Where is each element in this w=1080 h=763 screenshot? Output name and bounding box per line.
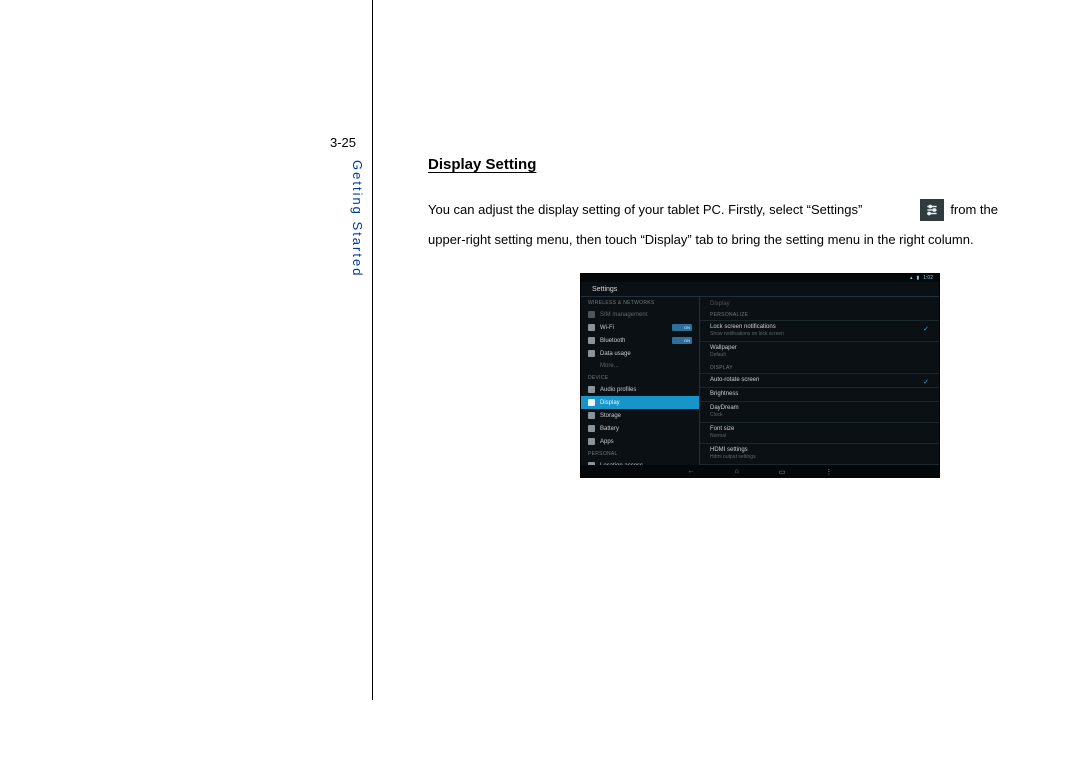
item-hdmi-settings[interactable]: HDMI settings Hdmi output settings: [700, 443, 939, 464]
sidebar-item-battery[interactable]: Battery: [581, 422, 699, 435]
check-icon: ✓: [923, 378, 929, 386]
recent-apps-icon[interactable]: ▭: [779, 468, 786, 476]
settings-detail-pane: Display PERSONALIZE Lock screen notifica…: [700, 297, 939, 465]
section-label-getting-started: Getting Started: [350, 160, 365, 277]
overflow-icon[interactable]: ⋮: [825, 468, 832, 476]
page-number: 3-25: [330, 135, 356, 150]
back-icon[interactable]: ←: [688, 468, 695, 475]
item-daydream[interactable]: DayDream Clock: [700, 401, 939, 422]
settings-sidebar: WIRELESS & NETWORKS SIM management Wi-Fi…: [581, 297, 700, 465]
body-line1-left: You can adjust the display setting of yo…: [428, 195, 862, 225]
detail-heading-display: Display: [700, 297, 939, 309]
check-icon: ✓: [923, 325, 929, 333]
sidebar-item-sim[interactable]: SIM management: [581, 308, 699, 321]
sidebar-item-apps[interactable]: Apps: [581, 435, 699, 448]
settings-title-bar: Settings: [581, 282, 939, 297]
sidebar-item-storage[interactable]: Storage: [581, 409, 699, 422]
body-line2: upper-right setting menu, then touch “Di…: [428, 225, 998, 255]
bluetooth-toggle[interactable]: ON: [672, 337, 692, 344]
home-icon[interactable]: ⌂: [735, 468, 739, 475]
sidebar-item-data-usage[interactable]: Data usage: [581, 347, 699, 360]
android-nav-bar: ← ⌂ ▭ ⋮: [581, 465, 939, 478]
location-icon: [588, 462, 595, 465]
display-icon: [588, 399, 595, 406]
heading-display-setting: Display Setting: [428, 156, 536, 173]
sidebar-item-audio[interactable]: Audio profiles: [581, 383, 699, 396]
status-time: 1:02: [923, 275, 933, 281]
item-auto-rotate[interactable]: Auto-rotate screen ✓: [700, 373, 939, 387]
detail-category-personalize: PERSONALIZE: [700, 309, 939, 320]
tablet-settings-screenshot: ▴ ▮ 1:02 Settings WIRELESS & NETWORKS SI…: [580, 273, 940, 478]
sidebar-item-bluetooth[interactable]: BluetoothON: [581, 334, 699, 347]
audio-icon: [588, 386, 595, 393]
apps-icon: [588, 438, 595, 445]
item-brightness[interactable]: Brightness: [700, 387, 939, 401]
sidebar-category-wireless: WIRELESS & NETWORKS: [581, 297, 699, 308]
item-lock-screen-notifications[interactable]: Lock screen notifications Show notificat…: [700, 320, 939, 341]
bluetooth-icon: [588, 337, 595, 344]
sidebar-category-personal: PERSONAL: [581, 448, 699, 459]
sidebar-item-location[interactable]: Location access: [581, 459, 699, 465]
item-wallpaper[interactable]: Wallpaper Default: [700, 341, 939, 362]
body-line1-right: from the: [950, 195, 998, 225]
status-bar: ▴ ▮ 1:02: [581, 274, 939, 282]
item-sleep[interactable]: Sleep After 2 minutes of inactivity: [700, 464, 939, 465]
settings-title: Settings: [592, 286, 617, 293]
sidebar-item-more[interactable]: More...: [581, 360, 699, 372]
body-text: You can adjust the display setting of yo…: [428, 195, 998, 255]
wifi-toggle[interactable]: ON: [672, 324, 692, 331]
sidebar-category-device: DEVICE: [581, 372, 699, 383]
detail-category-display: DISPLAY: [700, 362, 939, 373]
sliders-icon: [920, 199, 944, 221]
storage-icon: [588, 412, 595, 419]
sidebar-item-display[interactable]: Display: [581, 396, 699, 409]
sidebar-item-wifi[interactable]: Wi-FiON: [581, 321, 699, 334]
sim-icon: [588, 311, 595, 318]
battery-icon: [588, 425, 595, 432]
page-spine: [372, 0, 373, 700]
battery-icon: ▮: [917, 275, 920, 281]
wifi-icon: ▴: [910, 275, 913, 281]
wifi-icon: [588, 324, 595, 331]
data-usage-icon: [588, 350, 595, 357]
item-font-size[interactable]: Font size Normal: [700, 422, 939, 443]
